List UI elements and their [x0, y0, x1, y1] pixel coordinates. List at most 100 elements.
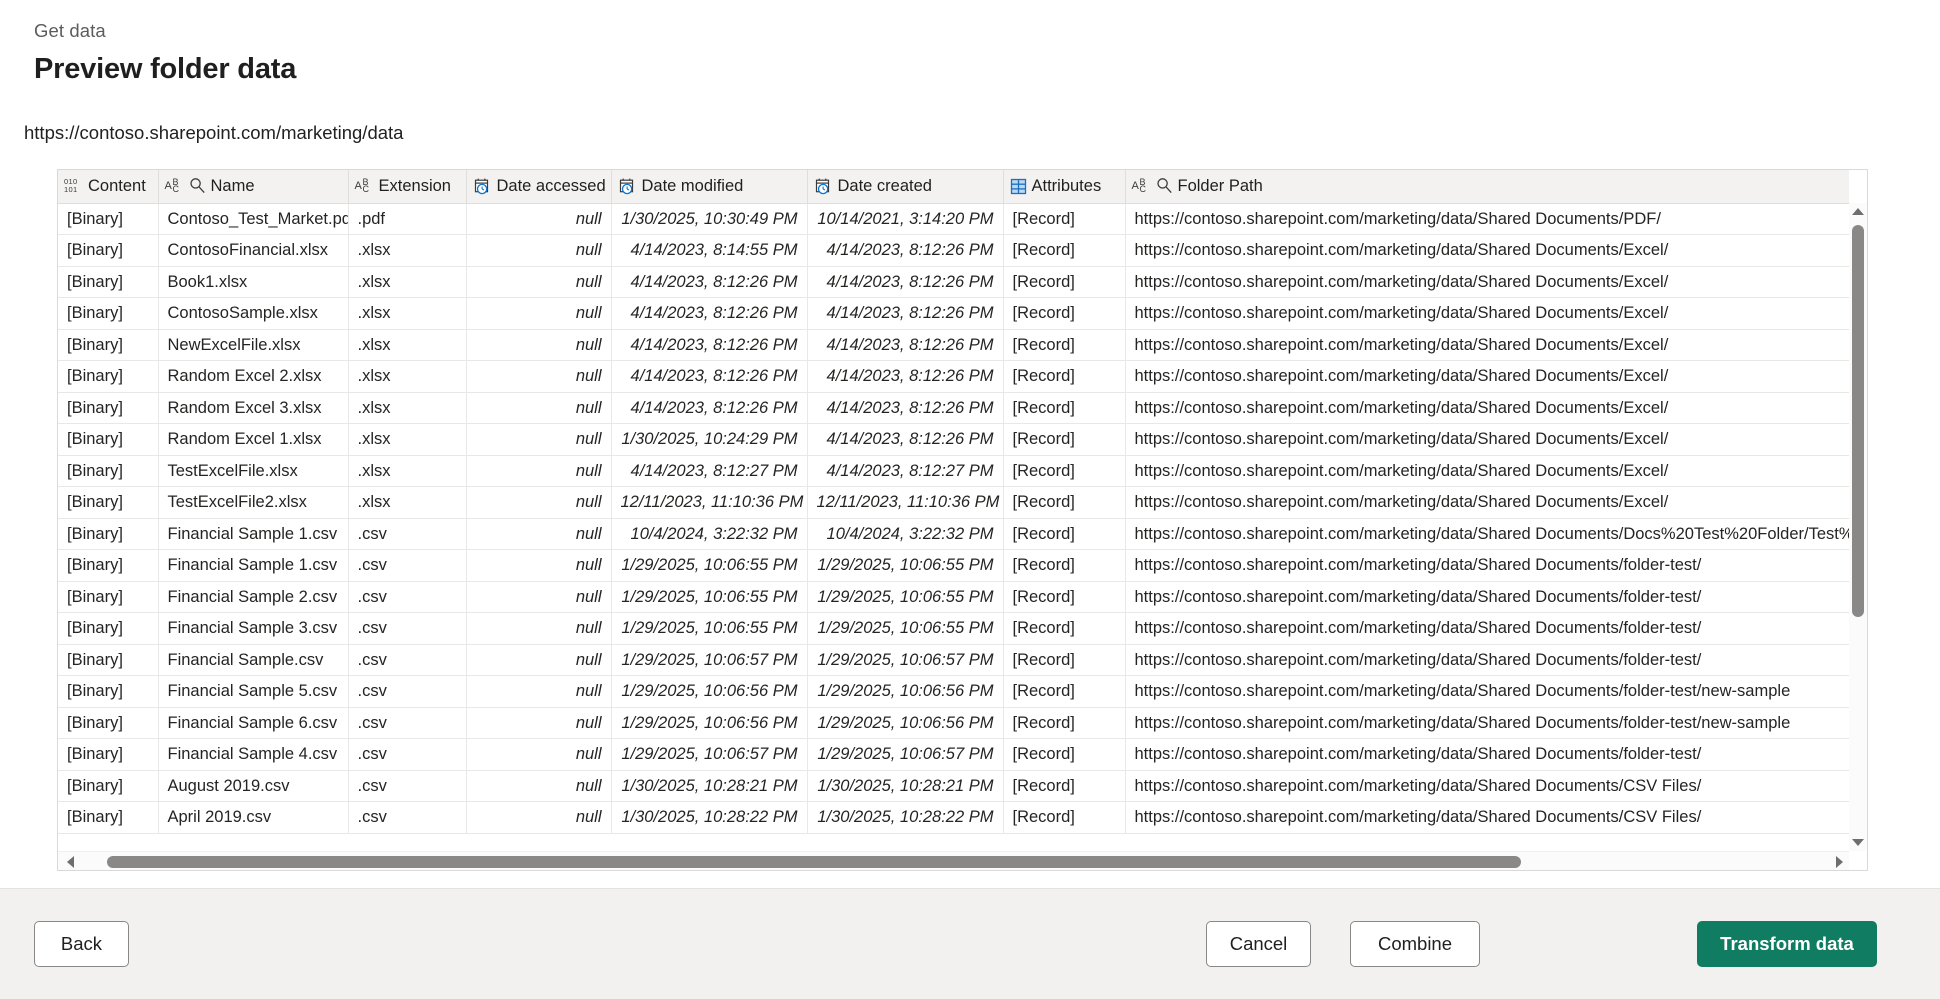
cell-attributes[interactable]: [Record]: [1003, 266, 1126, 298]
cell-date-accessed: null: [466, 392, 612, 424]
scroll-left-arrow-icon[interactable]: [60, 852, 80, 871]
table-row[interactable]: [Binary] Random Excel 3.xlsx .xlsx null 4/14…: [58, 392, 1849, 424]
column-header-date-accessed[interactable]: Date accessed: [466, 170, 612, 204]
cell-content[interactable]: [Binary]: [58, 518, 159, 550]
cell-attributes[interactable]: [Record]: [1003, 360, 1126, 393]
column-header-content[interactable]: 010 101 Content: [58, 170, 159, 204]
cell-content[interactable]: [Binary]: [58, 329, 159, 361]
cell-date-created: 4/14/2023, 8:12:26 PM: [807, 234, 1004, 267]
table-row[interactable]: [Binary] April 2019.csv .csv null 1/30/2025,…: [58, 801, 1849, 834]
cell-content[interactable]: [Binary]: [58, 203, 159, 235]
cell-attributes[interactable]: [Record]: [1003, 738, 1126, 771]
cell-content[interactable]: [Binary]: [58, 423, 159, 456]
cell-attributes[interactable]: [Record]: [1003, 549, 1126, 582]
cell-date-created: 1/29/2025, 10:06:56 PM: [807, 707, 1004, 739]
column-header-folder-path[interactable]: ABC Folder Path: [1125, 170, 1849, 204]
dialog-header: Get data Preview folder data: [0, 0, 1940, 89]
cell-extension: .csv: [348, 738, 467, 771]
vertical-scrollbar[interactable]: [1849, 203, 1867, 851]
cell-date-created: 1/30/2025, 10:28:22 PM: [807, 801, 1004, 834]
table-row[interactable]: [Binary] Financial Sample 2.csv .csv null 1/…: [58, 581, 1849, 613]
cell-attributes[interactable]: [Record]: [1003, 770, 1126, 802]
scroll-down-arrow-icon[interactable]: [1849, 834, 1867, 851]
table-row[interactable]: [Binary] NewExcelFile.xlsx .xlsx null 4/14/2…: [58, 329, 1849, 361]
cell-content[interactable]: [Binary]: [58, 707, 159, 739]
cell-attributes[interactable]: [Record]: [1003, 329, 1126, 361]
cell-date-modified: 4/14/2023, 8:12:26 PM: [611, 329, 808, 361]
text-type-icon: ABC: [354, 176, 370, 194]
table-row[interactable]: [Binary] Financial Sample 4.csv .csv null 1/…: [58, 738, 1849, 771]
scroll-up-arrow-icon[interactable]: [1849, 203, 1867, 220]
cell-attributes[interactable]: [Record]: [1003, 612, 1126, 645]
table-row[interactable]: [Binary] ContosoSample.xlsx .xlsx null 4/14/…: [58, 297, 1849, 330]
cell-attributes[interactable]: [Record]: [1003, 234, 1126, 267]
table-row[interactable]: [Binary] Financial Sample 1.csv .csv null 1/…: [58, 549, 1849, 582]
cell-extension: .csv: [348, 581, 467, 613]
cell-extension: .xlsx: [348, 423, 467, 456]
cell-content[interactable]: [Binary]: [58, 266, 159, 298]
table-row[interactable]: [Binary] Book1.xlsx .xlsx null 4/14/2023, 8:…: [58, 266, 1849, 298]
column-header-date-modified[interactable]: Date modified: [611, 170, 808, 204]
cell-content[interactable]: [Binary]: [58, 770, 159, 802]
table-row[interactable]: [Binary] ContosoFinancial.xlsx .xlsx null 4/…: [58, 234, 1849, 267]
cell-date-modified: 4/14/2023, 8:12:26 PM: [611, 360, 808, 393]
cell-content[interactable]: [Binary]: [58, 612, 159, 645]
combine-button[interactable]: Combine: [1350, 921, 1480, 967]
table-row[interactable]: [Binary] TestExcelFile.xlsx .xlsx null 4/14/…: [58, 455, 1849, 487]
cell-attributes[interactable]: [Record]: [1003, 455, 1126, 487]
cell-content[interactable]: [Binary]: [58, 801, 159, 834]
cell-attributes[interactable]: [Record]: [1003, 486, 1126, 519]
cell-content[interactable]: [Binary]: [58, 455, 159, 487]
cell-attributes[interactable]: [Record]: [1003, 518, 1126, 550]
cell-attributes[interactable]: [Record]: [1003, 675, 1126, 708]
cell-content[interactable]: [Binary]: [58, 675, 159, 708]
table-row[interactable]: [Binary] Financial Sample 6.csv .csv null 1/…: [58, 707, 1849, 739]
horizontal-scrollbar[interactable]: [58, 851, 1849, 870]
cell-attributes[interactable]: [Record]: [1003, 801, 1126, 834]
cell-content[interactable]: [Binary]: [58, 297, 159, 330]
cell-name: Financial Sample 3.csv: [158, 612, 349, 645]
scroll-right-arrow-icon[interactable]: [1829, 852, 1849, 871]
table-row[interactable]: [Binary] Financial Sample 3.csv .csv null 1/…: [58, 612, 1849, 645]
cell-content[interactable]: [Binary]: [58, 234, 159, 267]
cell-date-modified: 1/29/2025, 10:06:56 PM: [611, 675, 808, 708]
table-row[interactable]: [Binary] TestExcelFile2.xlsx .xlsx null 12/1…: [58, 486, 1849, 519]
table-row[interactable]: [Binary] Contoso_Test_Market.pdf .pdf null 1…: [58, 203, 1849, 235]
vertical-scrollbar-thumb[interactable]: [1852, 225, 1864, 617]
cell-content[interactable]: [Binary]: [58, 581, 159, 613]
cell-attributes[interactable]: [Record]: [1003, 423, 1126, 456]
table-row[interactable]: [Binary] Financial Sample 1.csv .csv null 10…: [58, 518, 1849, 550]
cell-attributes[interactable]: [Record]: [1003, 297, 1126, 330]
cell-content[interactable]: [Binary]: [58, 486, 159, 519]
column-header-name[interactable]: ABC Name: [158, 170, 349, 204]
back-button[interactable]: Back: [34, 921, 129, 967]
table-scroll-area[interactable]: 010 101 Content ABC Name A B C Extension…: [58, 170, 1867, 870]
cell-content[interactable]: [Binary]: [58, 549, 159, 582]
cell-attributes[interactable]: [Record]: [1003, 392, 1126, 424]
cell-content[interactable]: [Binary]: [58, 738, 159, 771]
cell-content[interactable]: [Binary]: [58, 392, 159, 424]
transform-data-button[interactable]: Transform data: [1697, 921, 1877, 967]
table-row[interactable]: [Binary] August 2019.csv .csv null 1/30/2025…: [58, 770, 1849, 802]
cell-name: NewExcelFile.xlsx: [158, 329, 349, 361]
cell-content[interactable]: [Binary]: [58, 644, 159, 676]
cell-date-created: 1/29/2025, 10:06:57 PM: [807, 644, 1004, 676]
cell-name: Contoso_Test_Market.pdf: [158, 203, 349, 235]
cell-date-accessed: null: [466, 770, 612, 802]
cell-attributes[interactable]: [Record]: [1003, 644, 1126, 676]
cell-attributes[interactable]: [Record]: [1003, 707, 1126, 739]
column-header-extension[interactable]: ABC Extension: [348, 170, 467, 204]
horizontal-scrollbar-thumb[interactable]: [107, 856, 1521, 868]
cancel-button[interactable]: Cancel: [1206, 921, 1311, 967]
table-row[interactable]: [Binary] Random Excel 1.xlsx .xlsx null 1/30…: [58, 423, 1849, 456]
table-row[interactable]: [Binary] Random Excel 2.xlsx .xlsx null 4/14…: [58, 360, 1849, 393]
table-row[interactable]: [Binary] Financial Sample 5.csv .csv null 1/…: [58, 675, 1849, 708]
cell-attributes[interactable]: [Record]: [1003, 203, 1126, 235]
table-row[interactable]: [Binary] Financial Sample.csv .csv null 1/29…: [58, 644, 1849, 676]
column-header-date-created[interactable]: Date created: [807, 170, 1004, 204]
column-label: Date accessed: [496, 177, 606, 196]
column-header-attributes[interactable]: Attributes: [1003, 170, 1126, 204]
table-header: 010 101 Content ABC Name A B C Extension…: [58, 170, 1849, 204]
cell-attributes[interactable]: [Record]: [1003, 581, 1126, 613]
cell-content[interactable]: [Binary]: [58, 360, 159, 393]
